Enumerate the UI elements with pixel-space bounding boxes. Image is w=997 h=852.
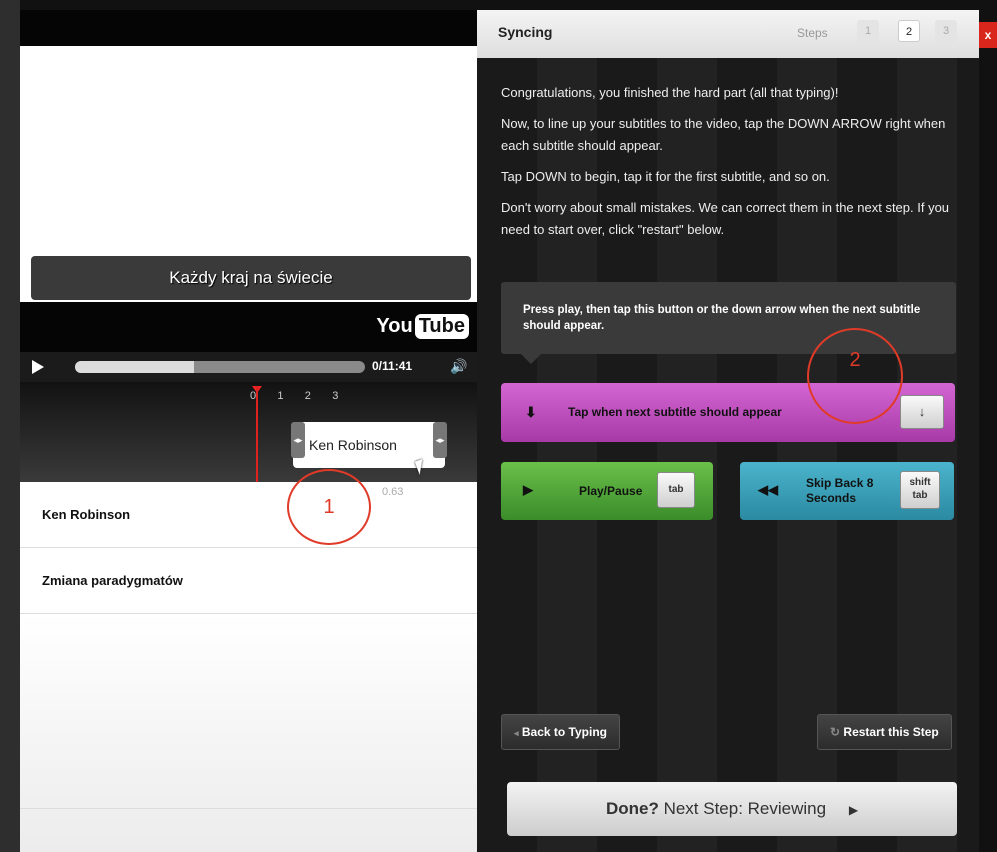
step-3-button[interactable]: 3 (935, 20, 957, 42)
chip-left-handle-icon[interactable]: ◂▸ (291, 422, 305, 458)
list-item[interactable]: Zmiana paradygmatów (20, 548, 477, 614)
panel-title: Syncing (498, 24, 553, 40)
instruction-text: Congratulations, you finished the hard p… (501, 85, 839, 100)
back-arrow-icon: ◂ (514, 728, 519, 738)
volume-icon[interactable]: 🔊 (450, 358, 467, 375)
subtitle-list-empty (20, 614, 477, 852)
shift-tab-key-icon: shift tab (900, 471, 940, 509)
instructions: Congratulations, you finished the hard p… (501, 82, 951, 250)
tab-key-icon: tab (657, 472, 695, 508)
restart-step-button[interactable]: ↻ Restart this Step (817, 714, 952, 750)
annotation-circle-1: 1 (287, 469, 371, 545)
subtitle-timeline[interactable]: 0 1 2 3 ◂▸ Ken Robinson ◂▸ (20, 382, 477, 482)
down-key-icon: ↓ (900, 395, 944, 429)
youtube-logo-you: You (376, 314, 413, 337)
instruction-text: Tap DOWN to begin, tap it for the first … (501, 169, 830, 184)
steps-label: Steps (797, 26, 828, 40)
progress-bar-fill (75, 361, 194, 373)
skip-button-label: Skip Back 8 Seconds (806, 476, 874, 505)
play-arrow-icon: ▶ (848, 803, 859, 817)
app-frame: Każdy kraj na świecie You Tube 0/11:41 🔊… (0, 0, 997, 852)
playhead-line (256, 386, 258, 482)
annotation-number: 2 (849, 349, 861, 371)
list-item[interactable]: Ken Robinson (20, 482, 477, 548)
subtitle-chip-label: Ken Robinson (309, 437, 397, 453)
play-icon[interactable] (32, 360, 44, 374)
video-caption: Każdy kraj na świecie (31, 256, 471, 300)
annotation-circle-2: 2 (807, 328, 903, 424)
instruction-text: Now, to line up your subtitles to the vi… (501, 116, 946, 153)
step-2-button[interactable]: 2 (898, 20, 920, 42)
progress-bar[interactable] (75, 361, 365, 373)
ruler-labels: 0 1 2 3 (250, 390, 340, 402)
restart-icon: ↻ (830, 725, 841, 739)
done-next-step-button[interactable]: Done? Next Step: Reviewing ▶ (507, 782, 957, 836)
video-bottom-strip: You Tube (20, 302, 477, 352)
time-display: 0/11:41 (372, 359, 413, 373)
chip-right-handle-icon[interactable]: ◂▸ (433, 422, 447, 458)
done-strong-text: Done? (605, 799, 659, 818)
syncing-panel: Syncing Steps 1 2 3 Congratulations, you… (477, 10, 979, 852)
tooltip-tail (521, 354, 541, 364)
play-icon: ▶ (523, 482, 533, 497)
tab-key-label: tab (912, 490, 928, 501)
play-pause-button[interactable]: ▶ Play/Pause tab (501, 462, 713, 520)
divider (20, 808, 477, 809)
timeline-ruler: 0 1 2 3 (250, 390, 339, 402)
video-top-bar (20, 10, 477, 46)
skip-back-button[interactable]: ◀◀ Skip Back 8 Seconds shift tab (740, 462, 954, 520)
left-edge (0, 0, 20, 852)
annotation-number: 1 (323, 496, 335, 518)
back-button-label: Back to Typing (521, 725, 607, 739)
player-controls: 0/11:41 🔊 (20, 352, 477, 382)
tap-button-label: Tap when next subtitle should appear (568, 405, 782, 419)
chip-time-label: 0.63 (382, 486, 404, 498)
down-arrow-icon: ⬇ (525, 404, 537, 420)
list-item-text: Ken Robinson (42, 507, 131, 522)
restart-button-label: Restart this Step (843, 725, 939, 739)
back-to-typing-button[interactable]: ◂ Back to Typing (501, 714, 620, 750)
shift-key-label: shift (909, 477, 931, 488)
done-rest-text: Next Step: Reviewing (663, 799, 827, 818)
instruction-text: Don't worry about small mistakes. We can… (501, 200, 950, 237)
list-item-text: Zmiana paradygmatów (42, 573, 183, 588)
panel-header: Syncing Steps 1 2 3 (477, 10, 979, 58)
youtube-logo[interactable]: You Tube (376, 312, 469, 340)
play-button-label: Play/Pause (579, 484, 643, 498)
rewind-icon: ◀◀ (758, 482, 778, 497)
close-icon[interactable]: x (979, 22, 997, 48)
youtube-logo-tube: Tube (414, 313, 469, 339)
step-1-button[interactable]: 1 (857, 20, 879, 42)
